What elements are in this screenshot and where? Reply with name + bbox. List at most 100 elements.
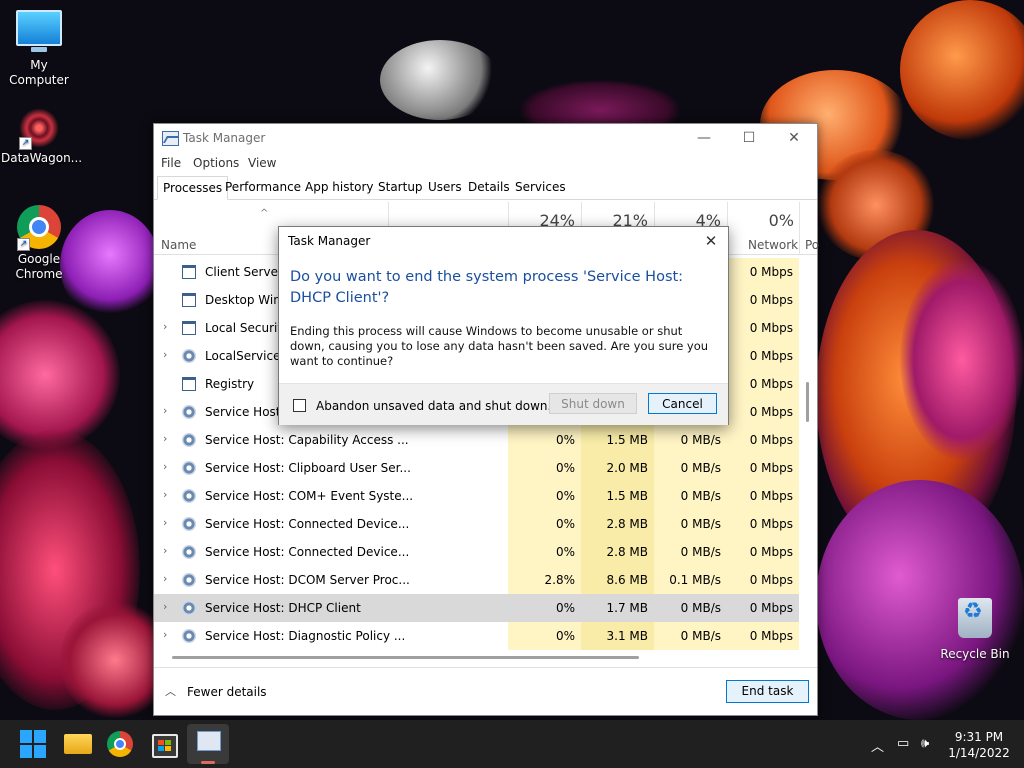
column-power[interactable]: Po [805, 238, 819, 252]
column-name[interactable]: Name [161, 238, 196, 252]
network-cell: 0 Mbps [727, 258, 799, 286]
system-clock[interactable]: 9:31 PM 1/14/2022 [948, 729, 1010, 761]
end-task-button[interactable]: End task [726, 680, 809, 703]
tab-strip: Processes Performance App history Startu… [154, 176, 817, 200]
chevron-right-icon[interactable]: › [163, 544, 167, 557]
chrome-taskbar-icon[interactable] [107, 731, 133, 757]
cancel-button[interactable]: Cancel [648, 393, 717, 414]
vertical-scrollbar[interactable] [806, 382, 809, 422]
desktop-icon-label: DataWagon... [1, 151, 83, 165]
chevron-right-icon[interactable]: › [163, 600, 167, 613]
windows-logo-tile [34, 745, 46, 758]
chevron-right-icon[interactable]: › [163, 628, 167, 641]
memory-cell: 2.8 MB [581, 538, 654, 566]
volume-icon[interactable]: 🕪 [921, 736, 929, 751]
tab-processes[interactable]: Processes [157, 176, 229, 200]
horizontal-scrollbar[interactable] [172, 656, 639, 659]
network-cell: 0 Mbps [727, 426, 799, 454]
network-cell: 0 Mbps [727, 538, 799, 566]
chevron-right-icon[interactable]: › [163, 488, 167, 501]
menu-file[interactable]: File [161, 156, 181, 170]
cpu-cell: 0% [508, 622, 581, 650]
chevron-right-icon[interactable]: › [163, 432, 167, 445]
windows-logo-icon [20, 730, 32, 743]
gear-icon [182, 349, 196, 363]
process-name: Service Host: Connected Device... [205, 517, 410, 531]
menu-options[interactable]: Options [193, 156, 239, 170]
cpu-cell: 0% [555, 601, 575, 615]
file-explorer-icon[interactable] [64, 734, 92, 754]
tab-users[interactable]: Users [428, 180, 462, 194]
chevron-right-icon[interactable]: › [163, 572, 167, 585]
desktop-icon-label: Google Chrome [15, 252, 63, 281]
table-row[interactable]: › Service Host: COM+ Event Syste... 0% 1.5 … [154, 482, 799, 510]
tab-app-history[interactable]: App history [305, 180, 374, 194]
clock-date: 1/14/2022 [948, 746, 1010, 760]
dialog-body: Ending this process will cause Windows t… [290, 324, 709, 368]
memory-cell: 2.8 MB [581, 510, 654, 538]
memory-cell: 1.5 MB [581, 482, 654, 510]
microsoft-store-icon[interactable] [152, 734, 178, 758]
disk-cell: 0 MB/s [654, 482, 727, 510]
network-cell: 0 Mbps [727, 286, 799, 314]
window-icon [182, 377, 196, 391]
abandon-data-label[interactable]: Abandon unsaved data and shut down. [316, 399, 551, 413]
dialog-close-button[interactable]: ✕ [700, 230, 722, 252]
close-icon: ✕ [704, 232, 718, 250]
minimize-button[interactable]: — [681, 124, 727, 152]
memory-cell: 2.0 MB [581, 454, 654, 482]
chevron-right-icon[interactable]: › [163, 516, 167, 529]
tab-services[interactable]: Services [515, 180, 566, 194]
title-bar[interactable]: Task Manager — ☐ ✕ [154, 124, 817, 152]
gear-icon [182, 629, 196, 643]
network-cell: 0 Mbps [727, 398, 799, 426]
maximize-button[interactable]: ☐ [726, 124, 772, 152]
cpu-cell: 0% [508, 482, 581, 510]
shortcut-arrow-icon: ↗ [17, 238, 30, 251]
fewer-details-link[interactable]: Fewer details [187, 685, 267, 699]
process-name: Service Host: DHCP Client [205, 601, 361, 615]
close-button[interactable]: ✕ [771, 124, 817, 152]
desktop-icon-google-chrome[interactable]: ↗ Google Chrome [1, 205, 77, 282]
process-name: Service Host: COM+ Event Syste... [205, 489, 414, 503]
table-row[interactable]: › Service Host: Connected Device... 0% 2.8 … [154, 510, 799, 538]
memory-cell: 1.5 MB [581, 426, 654, 454]
chevron-up-icon[interactable]: ︿ [165, 683, 176, 699]
gear-icon [182, 545, 196, 559]
table-row[interactable]: › Service Host: Connected Device... 0% 2.8 … [154, 538, 799, 566]
disk-cell: 0 MB/s [654, 538, 727, 566]
table-row[interactable]: › Service Host: DCOM Server Proc... 2.8% 8.… [154, 566, 799, 594]
network-cell: 0 Mbps [727, 482, 799, 510]
tab-details[interactable]: Details [468, 180, 510, 194]
start-button[interactable] [20, 730, 48, 758]
network-cell: 0 Mbps [727, 370, 799, 398]
memory-cell: 3.1 MB [581, 622, 654, 650]
network-icon[interactable]: ▭ [897, 736, 909, 751]
dialog-footer: Abandon unsaved data and shut down. Shut… [279, 383, 728, 425]
column-network[interactable]: Network [748, 238, 798, 252]
abandon-data-checkbox[interactable] [293, 399, 306, 412]
recycle-bin-icon [958, 598, 992, 638]
chevron-right-icon[interactable]: › [163, 348, 167, 361]
desktop-icon-datawagon[interactable]: ↗ DataWagon... [1, 108, 83, 166]
chevron-right-icon[interactable]: › [163, 460, 167, 473]
footer-bar: ︿ Fewer details End task [154, 667, 817, 716]
desktop-icon-recycle-bin[interactable]: Recycle Bin [937, 598, 1013, 662]
table-row[interactable]: › Service Host: DHCP Client 0% 1.7 MB 0 MB/s… [154, 594, 799, 622]
chevron-right-icon[interactable]: › [163, 320, 167, 333]
task-manager-taskbar-button[interactable] [187, 724, 229, 764]
chevron-up-tray-icon[interactable]: ︿ [871, 736, 884, 755]
window-icon [182, 265, 196, 279]
tab-startup[interactable]: Startup [378, 180, 423, 194]
tab-performance[interactable]: Performance [225, 180, 301, 194]
desktop-icon-my-computer[interactable]: My Computer [1, 10, 77, 88]
dialog-heading: Do you want to end the system process 'S… [290, 269, 684, 306]
table-row[interactable]: › Service Host: Capability Access ... 0% 1.… [154, 426, 799, 454]
network-percent[interactable]: 0% [727, 211, 794, 230]
chevron-right-icon[interactable]: › [163, 404, 167, 417]
table-row[interactable]: › Service Host: Diagnostic Policy ... 0% 3.… [154, 622, 799, 650]
menu-view[interactable]: View [248, 156, 276, 170]
gear-icon [182, 489, 196, 503]
window-title: Task Manager [183, 131, 266, 145]
table-row[interactable]: › Service Host: Clipboard User Ser... 0% 2.… [154, 454, 799, 482]
